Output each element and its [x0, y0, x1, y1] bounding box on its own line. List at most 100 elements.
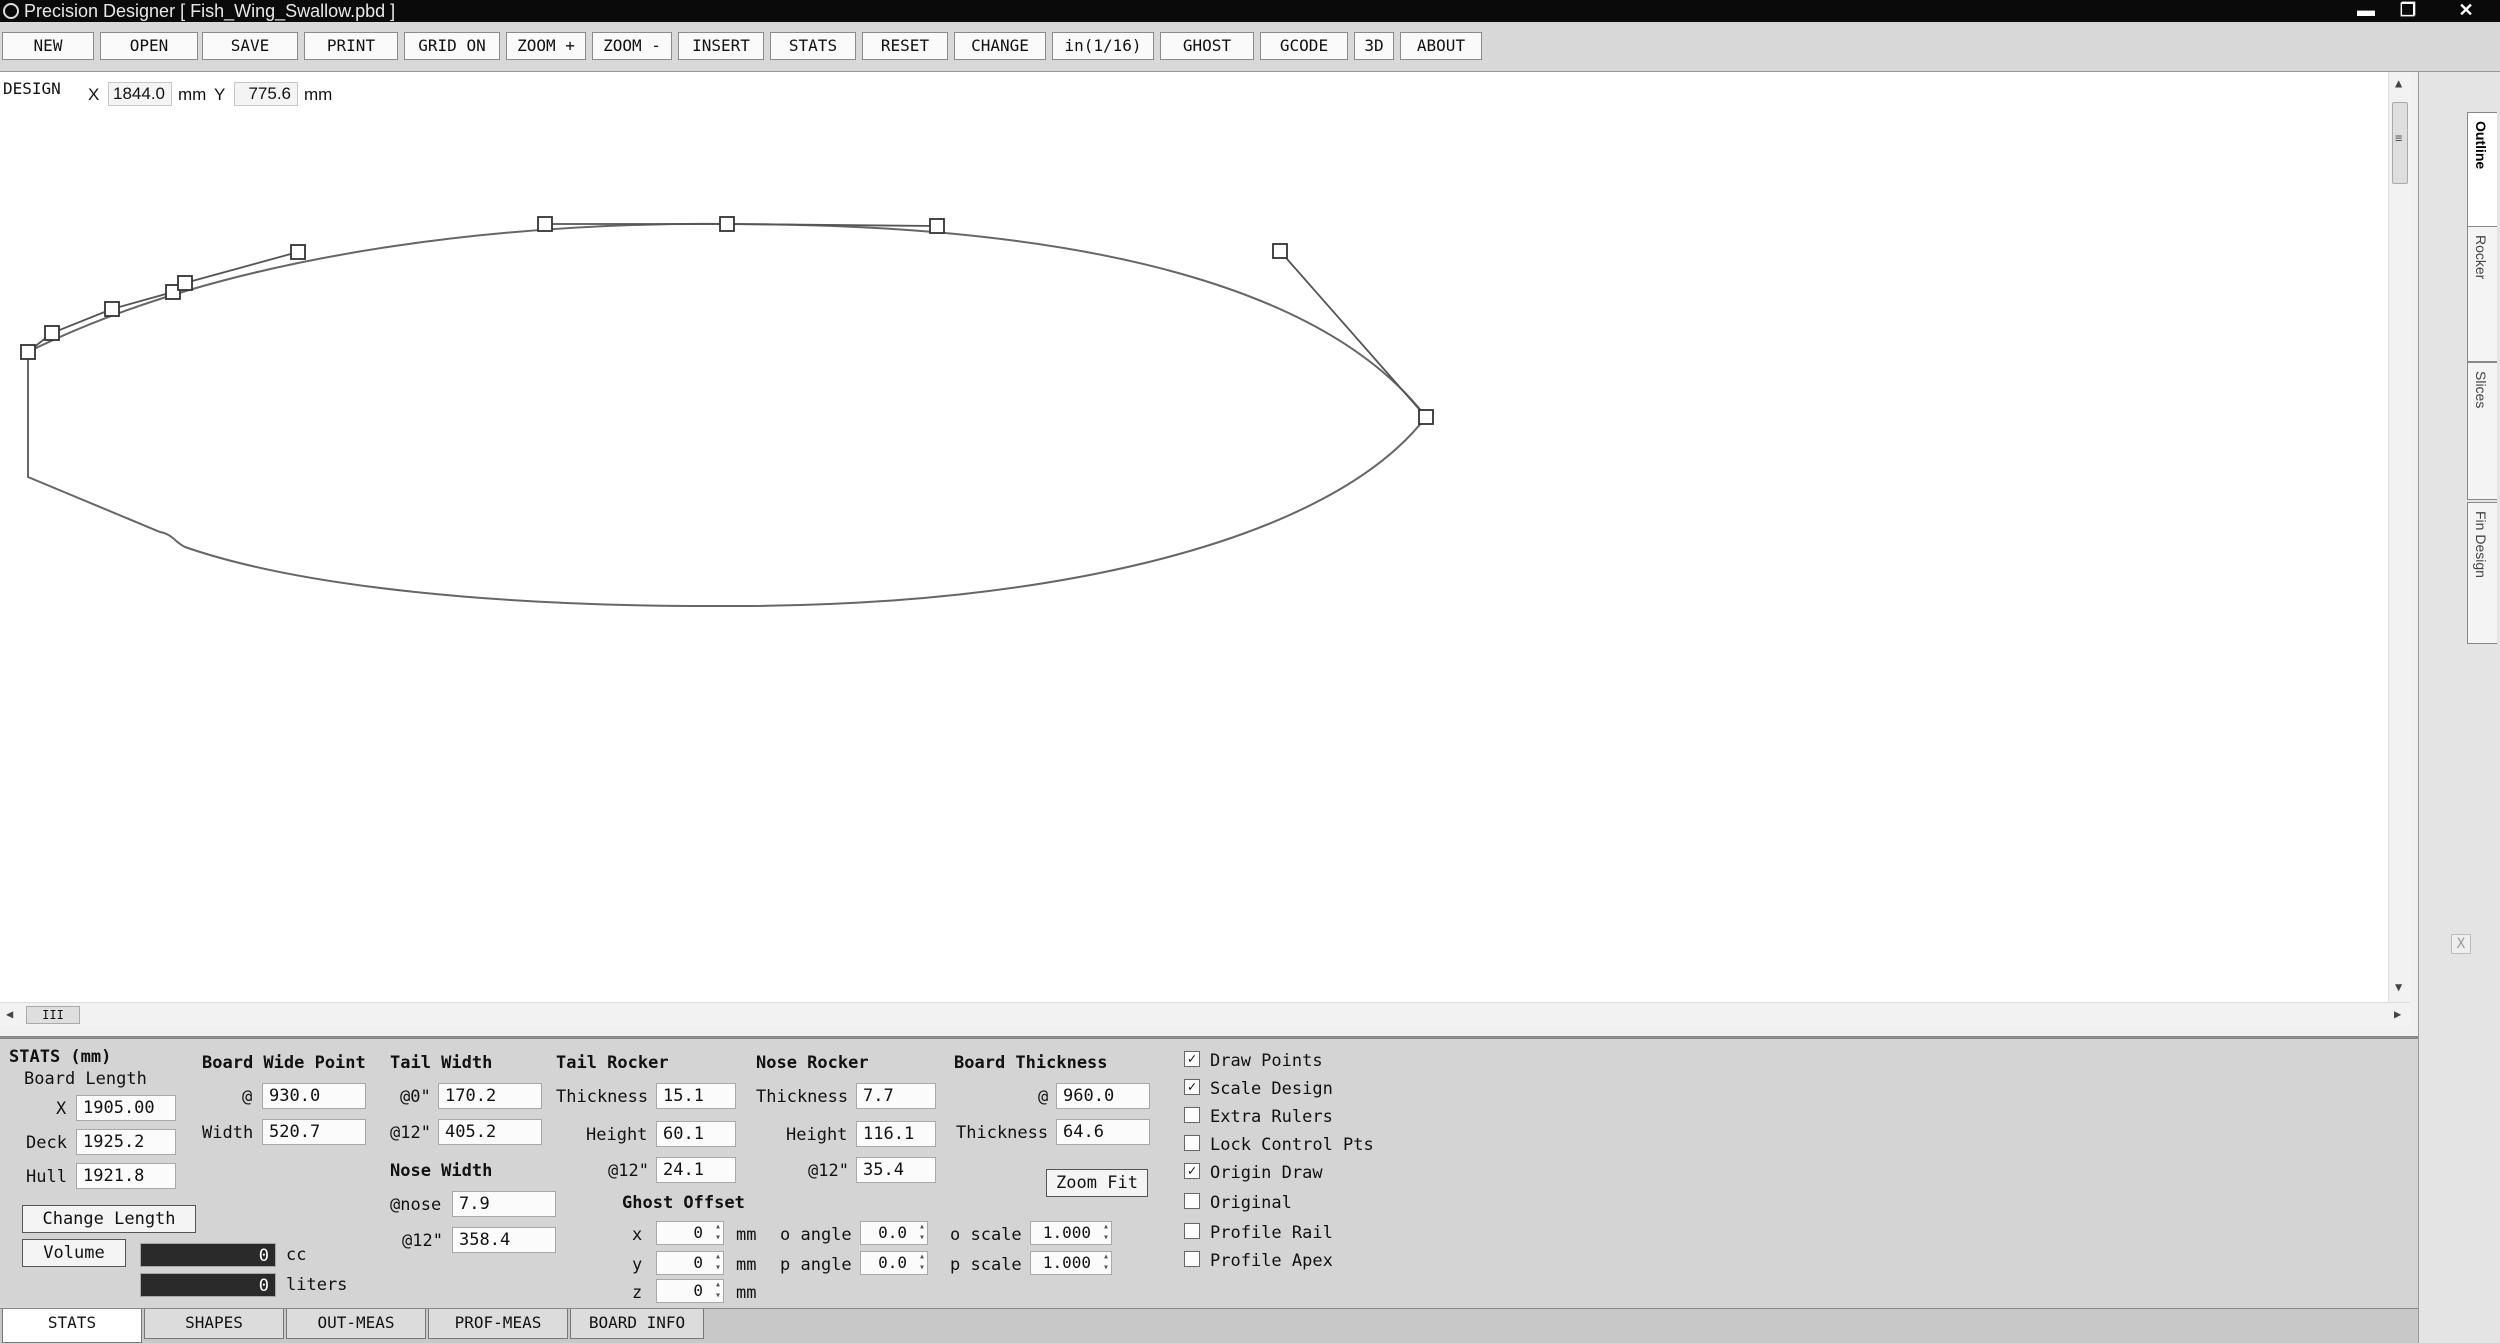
scroll-up-arrow[interactable]: ▲ [2395, 76, 2402, 90]
nose-width-at12-field[interactable]: 358.4 [452, 1227, 556, 1253]
tail-rocker-thickness-field[interactable]: 15.1 [656, 1083, 736, 1109]
save-button[interactable]: SAVE [202, 32, 298, 60]
zoom-out-button[interactable]: ZOOM - [592, 32, 672, 60]
scroll-left-arrow[interactable]: ◀ [6, 1007, 13, 1021]
origin-draw-checkbox[interactable]: ✓ [1184, 1163, 1200, 1179]
control-point[interactable] [104, 301, 120, 317]
profile-rail-checkbox[interactable] [1184, 1223, 1200, 1239]
length-x-field[interactable]: 1905.00 [76, 1095, 176, 1121]
deck-length-field[interactable]: 1925.2 [76, 1129, 176, 1155]
gcode-button[interactable]: GCODE [1260, 32, 1348, 60]
ghost-x-stepper[interactable]: 0 [656, 1221, 724, 1245]
nose-width-at-nose-field[interactable]: 7.9 [452, 1191, 556, 1217]
tab-outline[interactable]: Outline [2467, 112, 2497, 228]
nose-rocker-thickness-field[interactable]: 7.7 [856, 1083, 936, 1109]
volume-button[interactable]: Volume [22, 1239, 126, 1267]
vertical-scrollbar[interactable]: ▲ ≡ ▼ [2388, 72, 2410, 1002]
tail-rocker-title: Tail Rocker [556, 1053, 669, 1073]
tab-rocker[interactable]: Rocker [2467, 226, 2497, 362]
control-point[interactable] [177, 275, 193, 291]
tab-out-meas[interactable]: OUT-MEAS [286, 1309, 426, 1339]
minimize-button[interactable]: ▬ [2346, 0, 2386, 22]
tail-width-at12-field[interactable]: 405.2 [438, 1119, 542, 1145]
tab-prof-meas[interactable]: PROF-MEAS [428, 1309, 568, 1339]
ghost-z-stepper[interactable]: 0 [656, 1279, 724, 1303]
ghost-button[interactable]: GHOST [1160, 32, 1254, 60]
zoom-fit-button[interactable]: Zoom Fit [1046, 1169, 1148, 1197]
extra-rulers-checkbox[interactable] [1184, 1107, 1200, 1123]
design-label: DESIGN [3, 79, 61, 98]
lock-control-pts-checkbox[interactable] [1184, 1135, 1200, 1151]
control-point[interactable] [290, 244, 306, 260]
maximize-button[interactable]: ❐ [2388, 0, 2428, 22]
draw-points-checkbox[interactable]: ✓ [1184, 1051, 1200, 1067]
close-icon[interactable]: X [2451, 934, 2471, 954]
ghost-o-angle-stepper[interactable]: 0.0 [860, 1221, 928, 1245]
ghost-p-angle-stepper[interactable]: 0.0 [860, 1251, 928, 1275]
scroll-down-arrow[interactable]: ▼ [2395, 980, 2402, 994]
wide-point-at-field[interactable]: 930.0 [262, 1083, 366, 1109]
ghost-x-label: x [632, 1225, 643, 1245]
ghost-z-unit: mm [736, 1283, 757, 1303]
print-button[interactable]: PRINT [304, 32, 398, 60]
tab-slices[interactable]: Slices [2467, 362, 2497, 500]
units-button[interactable]: in(1/16) [1052, 32, 1154, 60]
tail-rocker-thickness-label: Thickness [556, 1087, 649, 1107]
control-point[interactable] [929, 218, 945, 234]
tail-rocker-height-field[interactable]: 60.1 [656, 1121, 736, 1147]
board-outline-drawing[interactable] [0, 72, 2388, 1002]
3d-button[interactable]: 3D [1354, 32, 1394, 60]
scale-design-checkbox[interactable]: ✓ [1184, 1079, 1200, 1095]
control-point[interactable] [537, 216, 553, 232]
tab-stats[interactable]: STATS [2, 1309, 142, 1343]
tab-board-info[interactable]: BOARD INFO [570, 1309, 704, 1339]
grid-on-button[interactable]: GRID ON [404, 32, 500, 60]
tab-fin-design[interactable]: Fin Design [2467, 502, 2497, 644]
ghost-y-stepper[interactable]: 0 [656, 1251, 724, 1275]
tail-rocker-at12-field[interactable]: 24.1 [656, 1157, 736, 1183]
control-point[interactable] [20, 344, 36, 360]
vertical-scroll-thumb[interactable]: ≡ [2392, 102, 2408, 184]
design-canvas[interactable]: DESIGN X 1844.0 mm Y 775.6 mm [0, 72, 2405, 1002]
scroll-right-arrow[interactable]: ▶ [2394, 1007, 2401, 1021]
ghost-p-scale-stepper[interactable]: 1.000 [1030, 1251, 1112, 1275]
check-icon: ✓ [1187, 1079, 1197, 1095]
board-thickness-label: Thickness [956, 1123, 1049, 1143]
stats-button[interactable]: STATS [770, 32, 856, 60]
ghost-o-scale-label: o scale [950, 1225, 1022, 1245]
board-thickness-at-field[interactable]: 960.0 [1056, 1083, 1150, 1109]
wide-point-title: Board Wide Point [202, 1053, 366, 1073]
open-button[interactable]: OPEN [100, 32, 198, 60]
change-button[interactable]: CHANGE [954, 32, 1046, 60]
new-button[interactable]: NEW [2, 32, 94, 60]
nose-rocker-at12-field[interactable]: 35.4 [856, 1157, 936, 1183]
ghost-y-label: y [632, 1255, 643, 1275]
zoom-in-button[interactable]: ZOOM + [506, 32, 586, 60]
horizontal-scroll-thumb[interactable]: III [26, 1006, 80, 1024]
nose-rocker-height-field[interactable]: 116.1 [856, 1121, 936, 1147]
about-button[interactable]: ABOUT [1400, 32, 1482, 60]
window-title: Precision Designer [ Fish_Wing_Swallow.p… [24, 1, 396, 21]
control-point[interactable] [719, 216, 735, 232]
profile-apex-label: Profile Apex [1210, 1251, 1333, 1271]
control-point[interactable] [44, 325, 60, 341]
original-checkbox[interactable] [1184, 1193, 1200, 1209]
profile-apex-checkbox[interactable] [1184, 1251, 1200, 1267]
check-icon: ✓ [1187, 1163, 1197, 1179]
hull-length-field[interactable]: 1921.8 [76, 1163, 176, 1189]
toolbar: NEW OPEN SAVE PRINT GRID ON ZOOM + ZOOM … [0, 22, 2500, 72]
wide-point-width-label: Width [202, 1123, 254, 1143]
control-point[interactable] [1272, 243, 1288, 259]
insert-button[interactable]: INSERT [678, 32, 764, 60]
horizontal-scrollbar[interactable]: ◀ III ▶ [0, 1002, 2410, 1026]
ghost-o-scale-stepper[interactable]: 1.000 [1030, 1221, 1112, 1245]
reset-button[interactable]: RESET [862, 32, 948, 60]
close-button[interactable]: ✕ [2446, 0, 2486, 22]
tab-shapes[interactable]: SHAPES [144, 1309, 284, 1339]
board-thickness-field[interactable]: 64.6 [1056, 1119, 1150, 1145]
control-point[interactable] [1418, 409, 1434, 425]
y-coord-value: 775.6 [234, 82, 298, 106]
change-length-button[interactable]: Change Length [22, 1205, 196, 1233]
wide-point-width-field[interactable]: 520.7 [262, 1119, 366, 1145]
tail-width-at0-field[interactable]: 170.2 [438, 1083, 542, 1109]
